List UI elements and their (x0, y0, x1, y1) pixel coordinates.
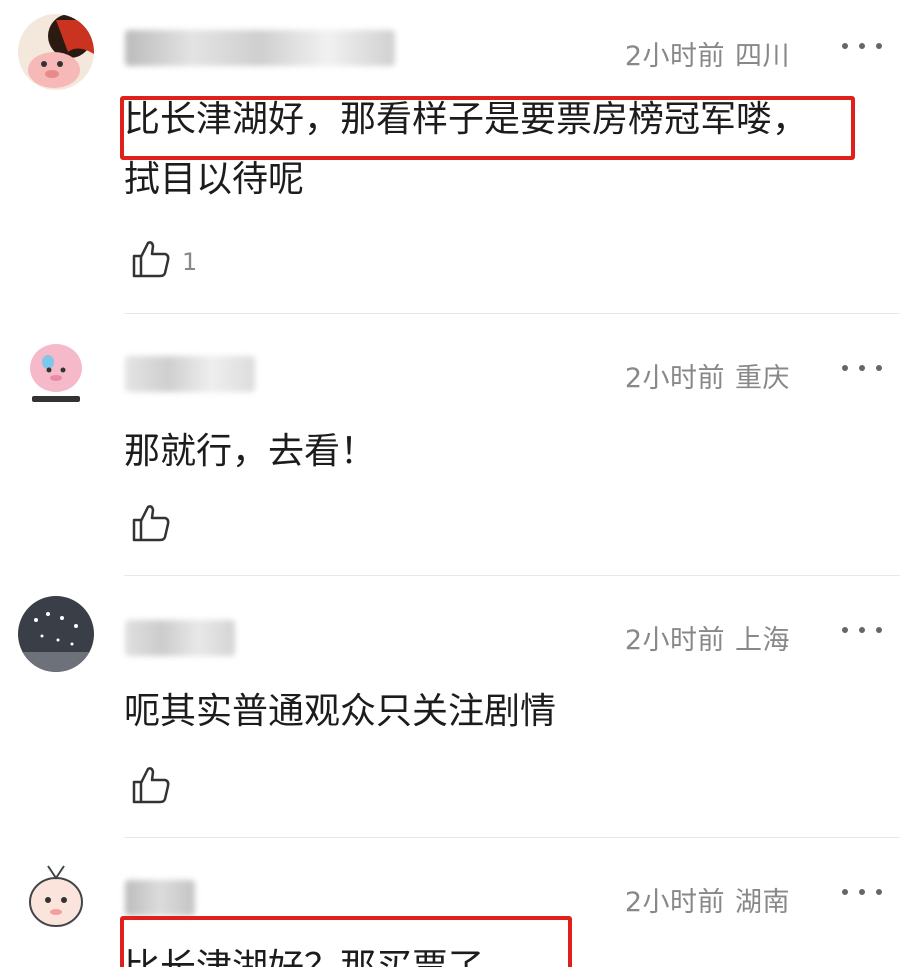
comment-text: 呃其实普通观众只关注剧情 (124, 682, 884, 742)
comment-location: 重庆 (735, 363, 790, 394)
divider (124, 837, 900, 838)
comment-meta: 2小时前 湖南 (625, 880, 790, 919)
avatar[interactable] (18, 596, 94, 672)
comment-time: 2小时前 (624, 887, 725, 918)
comment-text-line: 那就行，去看！ (124, 431, 377, 472)
thumbs-up-icon[interactable] (130, 238, 172, 280)
comment-item: 2小时前 重庆 那就行，去看！ (0, 322, 900, 577)
comment-location: 四川 (735, 41, 790, 72)
comment-location: 湖南 (735, 887, 790, 918)
avatar[interactable] (18, 14, 94, 90)
comment-item: 2小时前 四川 比长津湖好，那看样子是要票房榜冠军喽， 拭目以待呢 1 (0, 0, 900, 315)
username-blurred (125, 620, 235, 656)
comment-time: 2小时前 (624, 41, 725, 72)
more-dots-icon[interactable] (842, 36, 882, 56)
comment-meta: 2小时前 四川 (625, 34, 790, 73)
avatar[interactable] (18, 858, 94, 934)
comment-item: 2小时前湖南 比长津湖好？那买票了 (0, 846, 900, 967)
comment-text: 那就行，去看！ (124, 422, 884, 482)
more-dots-icon[interactable] (842, 358, 882, 378)
thumbs-up-icon[interactable] (130, 764, 172, 806)
more-dots-icon[interactable] (842, 882, 882, 902)
comment-location: 上海 (735, 625, 790, 656)
divider (124, 313, 900, 314)
username-blurred (125, 356, 255, 392)
comment-time: 2小时前 (624, 363, 725, 394)
comment-meta: 2小时前 上海 (625, 618, 790, 657)
like-count: 1 (182, 248, 198, 276)
avatar[interactable] (18, 334, 94, 410)
comment-text-line: 呃其实普通观众只关注剧情 (124, 691, 557, 732)
comment-meta: 2小时前 重庆 (625, 356, 790, 395)
more-dots-icon[interactable] (842, 620, 882, 640)
divider (124, 575, 900, 576)
comment-item: 2小时前 上海 呃其实普通观众只关注剧情 (0, 584, 900, 839)
thumbs-up-icon[interactable] (130, 502, 172, 544)
comment-time: 2小时前 (624, 625, 725, 656)
highlight-box (120, 96, 855, 160)
username-blurred (125, 30, 395, 66)
highlight-box (120, 916, 572, 967)
username-blurred (125, 880, 195, 916)
